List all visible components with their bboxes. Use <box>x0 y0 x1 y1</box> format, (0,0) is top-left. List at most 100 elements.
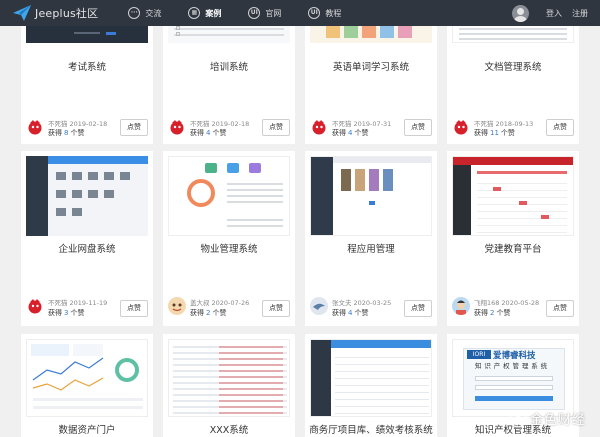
case-card[interactable]: XXX系统 <box>163 334 295 437</box>
line-chart-icon <box>31 344 143 409</box>
author-name[interactable]: 不死猫 <box>48 120 68 128</box>
nav-item-communication[interactable]: ··· 交流 <box>128 0 161 26</box>
case-thumbnail[interactable] <box>26 339 148 417</box>
likes-number: 2 <box>490 309 495 317</box>
like-button[interactable]: 点赞 <box>120 300 148 317</box>
case-title[interactable]: 党建教育平台 <box>447 241 579 255</box>
paper-plane-icon <box>13 5 31 21</box>
ui-icon: UI <box>308 7 321 19</box>
post-date: 2019-02-18 <box>211 120 250 128</box>
company-logo-icon: IORI <box>467 350 491 359</box>
case-thumbnail[interactable] <box>452 156 574 236</box>
site-logo[interactable]: Jeeplus社区 <box>12 0 98 26</box>
likes-number: 8 <box>64 129 69 137</box>
case-title[interactable]: 文档管理系统 <box>447 59 579 73</box>
post-date: 2019-11-19 <box>69 299 108 307</box>
user-nav: 登入 注册 <box>512 0 588 26</box>
case-card[interactable]: 考试系统 不死猫 2019-02-18 获得 8 个赞 点赞 <box>21 18 153 144</box>
post-date: 2020-03-25 <box>353 299 392 307</box>
top-navigation-bar: Jeeplus社区 ··· 交流 ▦ 案例 UI 官网 UI 教程 登入 注册 <box>0 0 600 26</box>
author-name[interactable]: 不死猫 <box>48 299 68 307</box>
watermark-text: 金色财经 <box>529 413 586 428</box>
login-link[interactable]: 登入 <box>546 8 562 19</box>
case-thumbnail[interactable] <box>168 339 290 417</box>
author-meta: 飞翔168 2020-05-28 <box>474 297 539 307</box>
case-title[interactable]: 程应用管理 <box>305 241 437 255</box>
author-name[interactable]: 不死猫 <box>190 120 210 128</box>
author-avatar[interactable] <box>310 118 328 136</box>
author-meta: 不死猫 2019-07-31 <box>332 118 391 128</box>
case-title[interactable]: 商务厅项目库、绩效考核系统 <box>305 422 437 436</box>
author-avatar[interactable] <box>168 118 186 136</box>
post-date: 2020-07-26 <box>211 299 250 307</box>
case-title[interactable]: XXX系统 <box>163 422 295 436</box>
like-button[interactable]: 点赞 <box>546 119 574 136</box>
author-avatar[interactable] <box>26 118 44 136</box>
author-name[interactable]: 飞翔168 <box>474 299 499 307</box>
case-title[interactable]: 考试系统 <box>21 59 153 73</box>
author-avatar[interactable] <box>452 297 470 315</box>
author-name[interactable]: 盖大叔 <box>190 299 210 307</box>
likes-number: 3 <box>64 309 69 317</box>
case-card[interactable]: 培训系统 不死猫 2019-02-18 获得 4 个赞 点赞 <box>163 18 295 144</box>
likes-prefix: 获得 <box>332 309 346 317</box>
author-name[interactable]: 张文夫 <box>332 299 352 307</box>
like-count: 获得 4 个赞 <box>190 128 226 138</box>
like-count: 获得 11 个赞 <box>474 128 515 138</box>
case-card[interactable]: 文档管理系统 不死猫 2018-09-13 获得 11 个赞 点赞 <box>447 18 579 144</box>
case-thumbnail[interactable] <box>310 339 432 417</box>
like-button[interactable]: 点赞 <box>546 300 574 317</box>
case-card[interactable]: 英语单词学习系统 不死猫 2019-07-31 获得 4 个赞 点赞 <box>305 18 437 144</box>
nav-label: 官网 <box>265 8 282 18</box>
likes-suffix: 个赞 <box>354 309 369 317</box>
case-title[interactable]: 英语单词学习系统 <box>305 59 437 73</box>
nav-label: 交流 <box>145 8 162 18</box>
case-card[interactable]: 程应用管理 张文夫 2020-03-25 获得 4 个赞 点赞 <box>305 151 437 326</box>
author-name[interactable]: 不死猫 <box>474 120 494 128</box>
like-count: 获得 2 个赞 <box>474 308 510 318</box>
site-name: Jeeplus社区 <box>35 7 99 20</box>
user-avatar-icon[interactable] <box>512 4 529 22</box>
post-date: 2019-07-31 <box>353 120 392 128</box>
like-button[interactable]: 点赞 <box>404 300 432 317</box>
watermark: 金色财经 <box>509 409 586 428</box>
main-nav: ··· 交流 ▦ 案例 UI 官网 UI 教程 <box>128 0 368 26</box>
nav-item-tutorials[interactable]: UI 教程 <box>308 0 341 26</box>
likes-number: 4 <box>206 129 211 137</box>
author-meta: 盖大叔 2020-07-26 <box>190 297 249 307</box>
register-link[interactable]: 注册 <box>572 8 588 19</box>
author-avatar[interactable] <box>452 118 470 136</box>
likes-suffix: 个赞 <box>354 129 369 137</box>
case-thumbnail[interactable] <box>168 156 290 236</box>
case-card[interactable]: 商务厅项目库、绩效考核系统 <box>305 334 437 437</box>
likes-suffix: 个赞 <box>70 129 85 137</box>
case-card[interactable]: 物业管理系统 盖大叔 2020-07-26 获得 2 个赞 点赞 <box>163 151 295 326</box>
like-count: 获得 4 个赞 <box>332 308 368 318</box>
author-avatar[interactable] <box>310 297 328 315</box>
author-avatar[interactable] <box>168 297 186 315</box>
like-count: 获得 2 个赞 <box>190 308 226 318</box>
likes-number: 11 <box>490 129 499 137</box>
author-avatar[interactable] <box>26 297 44 315</box>
like-button[interactable]: 点赞 <box>262 119 290 136</box>
likes-prefix: 获得 <box>474 129 488 137</box>
like-button[interactable]: 点赞 <box>262 300 290 317</box>
case-title[interactable]: 企业网盘系统 <box>21 241 153 255</box>
case-card[interactable]: 党建教育平台 飞翔168 2020-05-28 获得 2 个赞 点赞 <box>447 151 579 326</box>
case-title[interactable]: 物业管理系统 <box>163 241 295 255</box>
like-button[interactable]: 点赞 <box>404 119 432 136</box>
like-button[interactable]: 点赞 <box>120 119 148 136</box>
case-thumbnail[interactable]: IORI 爱博睿科技 知 识 产 权 管 理 系 统 <box>452 339 574 417</box>
case-title[interactable]: 培训系统 <box>163 59 295 73</box>
nav-item-cases[interactable]: ▦ 案例 <box>188 0 221 26</box>
case-title[interactable]: 数据资产门户 <box>21 422 153 436</box>
author-name[interactable]: 不死猫 <box>332 120 352 128</box>
case-thumbnail[interactable] <box>310 156 432 236</box>
nav-item-official-site[interactable]: UI 官网 <box>248 0 281 26</box>
likes-prefix: 获得 <box>190 309 204 317</box>
case-card[interactable]: 企业网盘系统 不死猫 2019-11-19 获得 3 个赞 点赞 <box>21 151 153 326</box>
case-thumbnail[interactable] <box>26 156 148 236</box>
author-meta: 张文夫 2020-03-25 <box>332 297 391 307</box>
case-card[interactable]: 数据资产门户 <box>21 334 153 437</box>
like-count: 获得 4 个赞 <box>332 128 368 138</box>
